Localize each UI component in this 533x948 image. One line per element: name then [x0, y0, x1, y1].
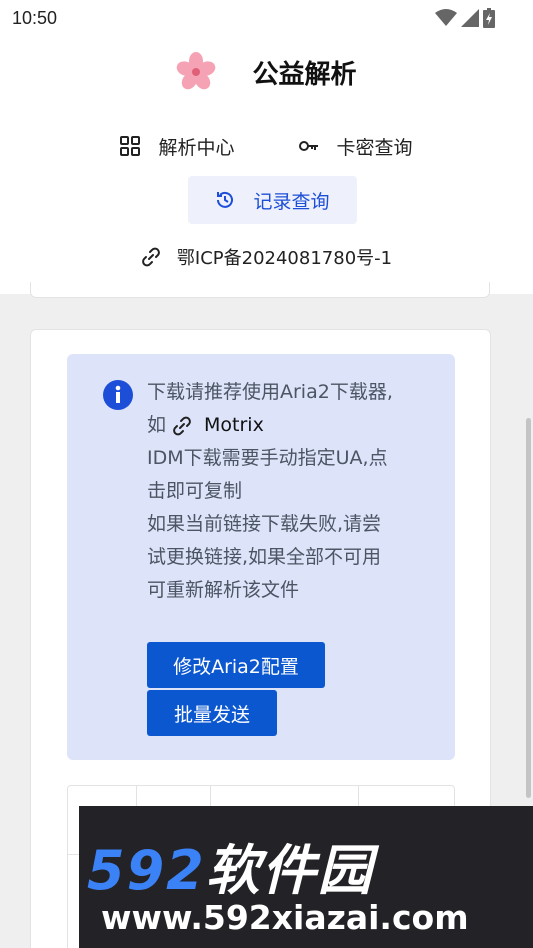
record-query-button[interactable]: 记录查询	[188, 176, 357, 224]
batch-send-button[interactable]: 批量发送	[147, 690, 277, 736]
status-bar: 10:50	[0, 0, 533, 36]
watermark-banner: 592软件园 www.592xiazai.com	[79, 806, 533, 948]
nav-card-query[interactable]: 卡密查询	[298, 128, 413, 164]
brand: 公益解析	[0, 50, 533, 94]
app-header: 公益解析 解析中心 卡密查询 记录查询 鄂ICP备2024081780号-1	[0, 36, 533, 294]
wifi-icon	[435, 9, 457, 26]
sakura-flower-icon	[177, 52, 216, 90]
download-notice: 下载请推荐使用Aria2下载器, 如 Motrix IDM下载需要手动指定UA,…	[67, 354, 455, 760]
key-icon	[298, 141, 318, 151]
notice-text: 下载请推荐使用Aria2下载器, 如 Motrix IDM下载需要手动指定UA,…	[147, 376, 437, 607]
nav-card-query-label: 卡密查询	[336, 136, 413, 159]
status-time: 10:50	[12, 7, 58, 28]
edit-aria2-config-button[interactable]: 修改Aria2配置	[147, 642, 325, 688]
signal-icon	[461, 9, 479, 27]
idm-ua-copy[interactable]: IDM下载需要手动指定UA,点	[147, 442, 437, 475]
info-icon	[103, 380, 133, 410]
notice-line-1: 下载请推荐使用Aria2下载器,	[147, 381, 393, 403]
notice-line-2: 如 Motrix	[147, 409, 437, 442]
link-icon	[142, 247, 160, 267]
notice-line-6: 试更换链接,如果全部不可用	[147, 546, 382, 568]
watermark-url: www.592xiazai.com	[101, 898, 469, 937]
icp-label: 鄂ICP备2024081780号-1	[176, 248, 393, 269]
notice-line-4[interactable]: 击即可复制	[147, 475, 437, 508]
page-scrollbar[interactable]	[526, 418, 531, 798]
motrix-link[interactable]: Motrix	[204, 409, 264, 442]
icp-link[interactable]: 鄂ICP备2024081780号-1	[0, 240, 533, 274]
watermark-brand: 592软件园	[87, 826, 374, 905]
nav-row: 解析中心 卡密查询	[0, 128, 533, 164]
nav-parse-center-label: 解析中心	[158, 136, 235, 159]
page-title: 公益解析	[252, 59, 357, 90]
notice-line-5: 如果当前链接下载失败,请尝	[147, 513, 382, 535]
status-icons	[435, 8, 495, 28]
notice-line-7: 可重新解析该文件	[147, 579, 300, 601]
nav-parse-center[interactable]: 解析中心	[120, 128, 235, 164]
record-query-label: 记录查询	[253, 190, 330, 213]
link-icon	[173, 416, 191, 435]
watermark-brand-num: 592	[87, 839, 206, 902]
grid-icon	[120, 136, 141, 156]
battery-charging-icon	[483, 8, 495, 28]
history-icon	[217, 191, 234, 208]
notice-line-2-prefix: 如	[147, 414, 167, 436]
watermark-brand-cn: 软件园	[205, 839, 374, 902]
previous-card-edge	[30, 282, 490, 298]
